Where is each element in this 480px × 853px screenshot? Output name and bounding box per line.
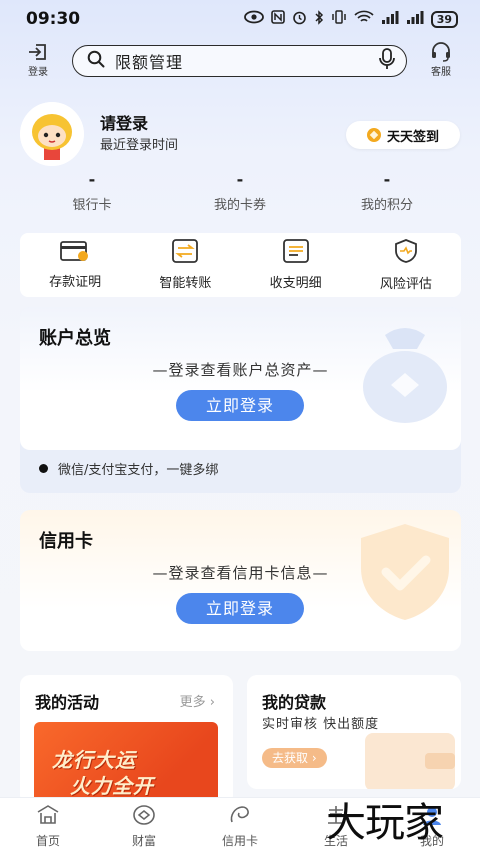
search-bar[interactable]: 限额管理 <box>72 45 407 77</box>
last-login-time: 最近登录时间 <box>100 138 179 153</box>
payment-binding-row[interactable]: 微信/支付宝支付，一键多绑 <box>39 459 218 478</box>
watermark: 大玩家 <box>326 800 444 846</box>
alarm-icon <box>292 10 307 29</box>
statement-icon <box>282 239 309 267</box>
quick-action-label: 智能转账 <box>159 276 212 291</box>
activity-banner[interactable]: 龙行大运 火力全开 <box>34 722 218 805</box>
status-icons: 39 <box>243 9 458 29</box>
login-label: 登录 <box>28 67 48 78</box>
coin-icon <box>366 128 381 142</box>
quick-action-statement[interactable]: 收支明细 <box>241 233 351 297</box>
login-button[interactable]: 登录 <box>18 40 58 78</box>
quick-actions: 存款证明 智能转账 收支明细 风险评估 <box>20 233 461 297</box>
stat-label: 银行卡 <box>72 198 112 213</box>
stat-points[interactable]: - 我的积分 <box>317 170 457 213</box>
credit-login-button[interactable]: 立即登录 <box>176 593 304 624</box>
status-bar: 09:30 39 <box>0 0 480 38</box>
my-loan-card[interactable]: 我的贷款 实时审核 快出额度 去获取 › <box>247 675 461 789</box>
stat-bank-cards[interactable]: - 银行卡 <box>22 170 162 213</box>
eye-icon <box>243 10 264 28</box>
payment-binding-text: 微信/支付宝支付，一键多绑 <box>58 463 219 478</box>
home-icon <box>35 804 61 830</box>
account-login-button[interactable]: 立即登录 <box>176 390 304 421</box>
risk-shield-icon <box>393 238 419 268</box>
banner-line1: 龙行大运 <box>52 748 136 772</box>
login-icon <box>18 42 58 62</box>
avatar[interactable] <box>20 102 84 166</box>
credit-card-card: 信用卡 —登录查看信用卡信息— 立即登录 <box>20 510 461 651</box>
nav-label: 财富 <box>131 834 156 848</box>
nav-label: 信用卡 <box>221 834 258 848</box>
my-activity-card: 我的活动 更多 › 龙行大运 火力全开 <box>20 675 233 805</box>
stat-value: - <box>88 170 96 189</box>
stat-value: - <box>383 170 391 189</box>
account-overview-message: —登录查看账户总资产— <box>152 361 329 379</box>
stat-label: 我的卡券 <box>213 198 266 213</box>
service-label: 客服 <box>431 67 451 78</box>
search-input[interactable]: 限额管理 <box>115 49 378 73</box>
activity-title: 我的活动 <box>35 693 100 712</box>
account-overview-card: 账户总览 —登录查看账户总资产— 立即登录 微信/支付宝支付，一键多绑 <box>20 307 461 493</box>
clock: 09:30 <box>26 9 81 29</box>
credit-card-title: 信用卡 <box>39 531 93 552</box>
quick-action-label: 风险评估 <box>379 277 432 292</box>
search-icon <box>87 50 105 72</box>
nfc-icon <box>270 10 285 28</box>
quick-action-risk-assessment[interactable]: 风险评估 <box>351 233 461 297</box>
loan-title: 我的贷款 <box>262 693 327 712</box>
activity-more-link[interactable]: 更多 › <box>180 691 215 710</box>
microphone-icon[interactable] <box>378 48 396 74</box>
wallet-icon <box>365 731 461 789</box>
quick-action-label: 收支明细 <box>269 276 322 291</box>
transfer-icon <box>172 239 199 267</box>
signal-icon-1 <box>381 10 399 28</box>
bluetooth-icon <box>314 9 324 29</box>
nav-label: 首页 <box>35 834 60 848</box>
credit-card-message: —登录查看信用卡信息— <box>152 564 329 582</box>
customer-service-button[interactable]: 客服 <box>421 40 461 78</box>
quick-action-label: 存款证明 <box>49 275 102 290</box>
bullet-icon <box>39 464 48 473</box>
stat-value: - <box>236 170 244 189</box>
loan-get-button[interactable]: 去获取 › <box>262 748 327 768</box>
credit-card-icon <box>228 804 252 830</box>
quick-action-deposit-proof[interactable]: 存款证明 <box>20 233 130 297</box>
account-overview-panel: 账户总览 —登录查看账户总资产— 立即登录 <box>20 307 461 450</box>
nav-home[interactable]: 首页 <box>0 798 96 853</box>
nav-wealth[interactable]: 财富 <box>96 798 192 853</box>
battery-indicator: 39 <box>430 10 458 28</box>
stat-label: 我的积分 <box>360 198 413 213</box>
loan-subtitle: 实时审核 快出额度 <box>262 717 380 732</box>
banner-line2: 火力全开 <box>70 774 154 798</box>
quick-action-smart-transfer[interactable]: 智能转账 <box>130 233 240 297</box>
login-prompt-title[interactable]: 请登录 <box>100 110 148 134</box>
stat-coupons[interactable]: - 我的卡券 <box>170 170 310 213</box>
vibrate-icon <box>331 10 347 28</box>
top-header: 登录 限额管理 客服 <box>0 40 480 84</box>
account-overview-title: 账户总览 <box>39 328 111 349</box>
nav-credit-card[interactable]: 信用卡 <box>192 798 288 853</box>
daily-signin-button[interactable]: 天天签到 <box>346 121 460 149</box>
deposit-card-icon <box>60 240 90 266</box>
signal-icon-2 <box>406 10 424 28</box>
wifi-icon <box>354 10 374 28</box>
wealth-icon <box>132 804 156 830</box>
signin-label: 天天签到 <box>386 129 439 145</box>
headset-icon <box>421 42 461 62</box>
